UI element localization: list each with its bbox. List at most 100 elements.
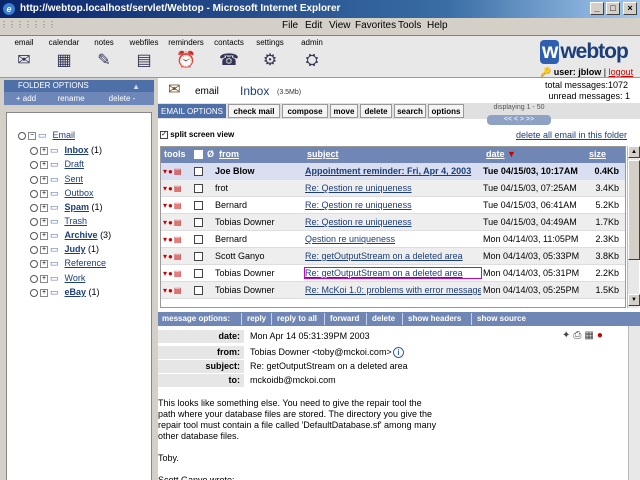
menu-edit[interactable]: Edit — [305, 20, 322, 31]
rename-folder-button[interactable]: rename — [50, 92, 92, 105]
collapse-tree-icon[interactable]: − — [28, 131, 36, 140]
print-icon[interactable]: ⎙ — [573, 330, 584, 341]
folder-item[interactable]: + ▭ Work — [30, 273, 85, 286]
close-message-icon[interactable]: ● — [597, 330, 606, 341]
message-subject[interactable]: Appointment reminder: Fri, Apr 4, 2003 — [305, 166, 481, 176]
message-tools-icon[interactable]: ▾●▤ — [163, 269, 182, 278]
folder-radio[interactable] — [30, 175, 38, 184]
folder-link[interactable]: eBay — [65, 287, 87, 297]
toolbar-settings[interactable]: settings ⚙ — [248, 38, 292, 71]
message-checkbox[interactable] — [194, 184, 203, 193]
folder-item[interactable]: + ▭ eBay (1) — [30, 287, 100, 300]
message-checkbox[interactable] — [194, 218, 203, 227]
message-subject[interactable]: Re: Qestion re uniqueness — [305, 183, 481, 193]
message-checkbox[interactable] — [194, 201, 203, 210]
expand-tree-icon[interactable]: + — [40, 245, 48, 254]
folder-item[interactable]: + ▭ Trash — [30, 216, 87, 229]
message-subject[interactable]: Re: getOutputStream on a deleted area — [304, 267, 482, 279]
folder-radio[interactable] — [30, 231, 38, 240]
message-tools-icon[interactable]: ▾●▤ — [163, 184, 182, 193]
delete-message-button[interactable]: delete — [372, 312, 395, 326]
message-list-scrollbar[interactable]: ▲ ▼ — [627, 146, 640, 308]
message-subject[interactable]: Re: getOutputStream on a deleted area — [305, 251, 481, 261]
folder-link[interactable]: Outbox — [65, 188, 94, 198]
tab-delete[interactable]: delete — [360, 104, 392, 118]
folder-root[interactable]: − ▭ Email — [18, 130, 75, 143]
folder-item[interactable]: + ▭ Sent — [30, 174, 83, 187]
folder-radio[interactable] — [30, 217, 38, 226]
toolbar-contacts[interactable]: contacts ☎ — [207, 38, 251, 71]
split-screen-checkbox[interactable]: ✓ — [160, 130, 168, 139]
table-row[interactable]: ▾●▤ Scott Ganyo Re: getOutputStream on a d… — [161, 248, 625, 265]
calendar-add-icon[interactable]: ▦ — [584, 330, 596, 341]
expand-tree-icon[interactable]: + — [40, 274, 48, 283]
folder-item[interactable]: + ▭ Judy (1) — [30, 244, 99, 257]
message-scrollbar[interactable] — [628, 326, 640, 480]
toolbar-calendar[interactable]: calendar ▦ — [42, 38, 86, 71]
split-screen-toggle[interactable]: ✓ split screen view — [160, 130, 234, 139]
folder-item[interactable]: + ▭ Inbox (1) — [30, 145, 102, 158]
toolbar-email[interactable]: email ✉ — [2, 38, 46, 71]
folder-link[interactable]: Draft — [65, 159, 85, 169]
info-icon[interactable]: i — [393, 347, 404, 358]
folder-radio[interactable] — [30, 189, 38, 198]
menu-help[interactable]: Help — [427, 20, 448, 31]
tab-compose[interactable]: compose — [282, 104, 328, 118]
col-from[interactable]: from — [219, 149, 239, 159]
logout-link[interactable]: logout — [609, 67, 634, 77]
menu-favorites[interactable]: Favorites — [355, 20, 396, 31]
show-headers-button[interactable]: show headers — [408, 312, 461, 326]
folder-link[interactable]: Reference — [65, 258, 107, 268]
expand-tree-icon[interactable]: + — [40, 189, 48, 198]
table-row[interactable]: ▾●▤ Bernard Qestion re uniqueness Mon 04/14… — [161, 231, 625, 248]
folder-radio[interactable] — [30, 160, 38, 169]
menu-view[interactable]: View — [329, 20, 351, 31]
expand-tree-icon[interactable]: + — [40, 217, 48, 226]
toolbar-notes[interactable]: notes ✎ — [82, 38, 126, 71]
folder-link[interactable]: Spam — [65, 202, 90, 212]
folder-radio[interactable] — [30, 245, 38, 254]
scroll-down-icon[interactable]: ▼ — [628, 294, 640, 306]
paging-buttons[interactable]: << < > >> — [487, 115, 551, 125]
folder-item[interactable]: + ▭ Archive (3) — [30, 230, 111, 243]
message-checkbox[interactable] — [194, 235, 203, 244]
scroll-thumb[interactable] — [628, 160, 640, 260]
scroll-up-icon[interactable]: ▲ — [628, 146, 640, 158]
expand-tree-icon[interactable]: + — [40, 231, 48, 240]
close-icon[interactable]: × — [623, 2, 637, 15]
folder-item[interactable]: + ▭ Outbox — [30, 188, 94, 201]
message-tools-icon[interactable]: ▾●▤ — [163, 252, 182, 261]
col-size[interactable]: size — [589, 149, 606, 159]
message-checkbox[interactable] — [194, 269, 203, 278]
message-tools-icon[interactable]: ▾●▤ — [163, 167, 182, 176]
folder-radio[interactable] — [30, 259, 38, 268]
delete-folder-button[interactable]: delete - — [96, 92, 148, 105]
expand-tree-icon[interactable]: + — [40, 160, 48, 169]
folder-link[interactable]: Sent — [65, 174, 84, 184]
folder-item[interactable]: + ▭ Draft — [30, 159, 84, 172]
folder-link[interactable]: Email — [53, 130, 76, 140]
expand-tree-icon[interactable]: + — [40, 203, 48, 212]
message-tools-icon[interactable]: ▾●▤ — [163, 218, 182, 227]
table-row[interactable]: ▾●▤ Tobias Downer Re: McKoi 1.0: problems … — [161, 282, 625, 299]
message-subject[interactable]: Re: Qestion re uniqueness — [305, 217, 481, 227]
maximize-icon[interactable]: □ — [606, 2, 620, 15]
message-subject[interactable]: Qestion re uniqueness — [305, 234, 481, 244]
message-checkbox[interactable] — [194, 286, 203, 295]
folder-radio[interactable] — [30, 146, 38, 155]
tab-check-mail[interactable]: check mail — [228, 104, 280, 118]
col-date-link[interactable]: date — [486, 149, 505, 159]
col-subject[interactable]: subject — [307, 149, 339, 159]
reply-button[interactable]: reply — [247, 312, 266, 326]
message-checkbox[interactable] — [194, 252, 203, 261]
minimize-icon[interactable]: _ — [590, 2, 604, 15]
message-tools-icon[interactable]: ▾●▤ — [163, 286, 182, 295]
tab-move[interactable]: move — [330, 104, 358, 118]
toolbar-reminders[interactable]: reminders ⏰ — [164, 38, 208, 71]
menu-tools[interactable]: Tools — [398, 20, 421, 31]
folder-radio[interactable] — [18, 131, 26, 140]
folder-link[interactable]: Judy — [65, 244, 86, 254]
folder-link[interactable]: Work — [65, 273, 86, 283]
col-size-link[interactable]: size — [589, 149, 606, 159]
add-folder-button[interactable]: + add — [6, 92, 46, 105]
